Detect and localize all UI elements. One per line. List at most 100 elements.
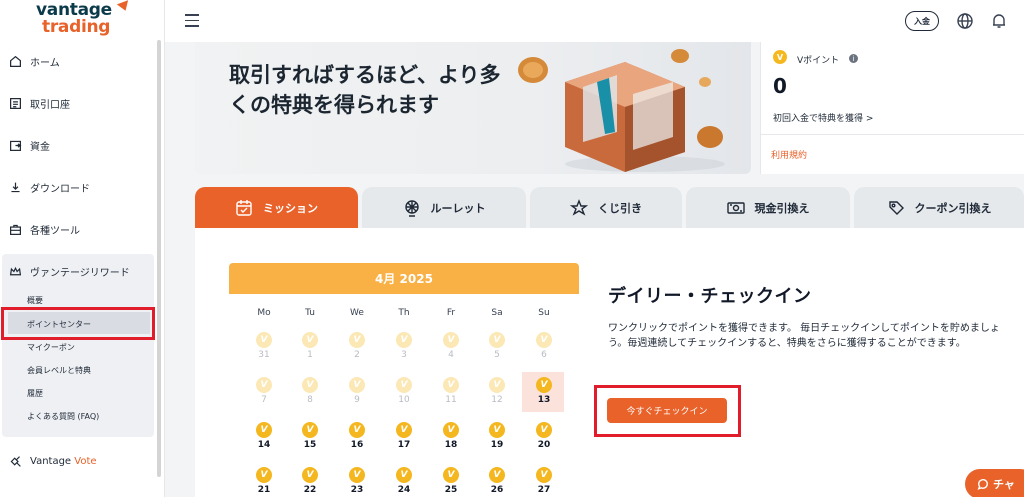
calendar-day: V7 (244, 377, 284, 413)
sidebar-item-vantage-vote[interactable]: Vantage Vote (0, 449, 150, 473)
v-coin-icon: V (302, 377, 318, 393)
tab-label: 現金引換え (754, 201, 810, 215)
points-card: V Vポイント i 0 初回入金で特典を獲得 > 利用規約 (760, 42, 1024, 174)
v-coin-icon: V (536, 422, 552, 438)
info-icon[interactable]: i (849, 54, 858, 63)
calendar-day: V8 (290, 377, 330, 413)
sub-item-history[interactable]: 履歴 (27, 388, 43, 399)
calendar-day-number: 12 (491, 395, 503, 405)
v-coin-icon: V (489, 467, 505, 483)
weekday-label: Su (538, 308, 550, 318)
calendar-day-number: 6 (541, 350, 547, 360)
v-coin-icon: V (443, 422, 459, 438)
v-coin-icon: V (773, 50, 787, 64)
sidebar-scrollbar[interactable] (157, 40, 161, 477)
calendar-day-number: 15 (303, 440, 317, 450)
sub-item-my-coupons[interactable]: マイクーポン (27, 342, 75, 353)
calendar-day-number: 27 (537, 485, 551, 495)
tools-icon (8, 222, 22, 236)
calendar-day: V 11 (431, 377, 471, 413)
calendar-day: V 24 (384, 467, 424, 497)
v-coin-icon: V (489, 422, 505, 438)
tab-missions[interactable]: ミッション (195, 187, 358, 228)
sidebar-item-funds[interactable]: 資金 (0, 133, 150, 157)
first-deposit-link[interactable]: 初回入金で特典を獲得 > (773, 111, 873, 124)
cash-icon (726, 199, 745, 217)
deposit-button[interactable]: 入金 (905, 11, 939, 31)
sub-item-member-levels[interactable]: 会員レベルと特典 (27, 365, 91, 376)
v-coin-icon: V (349, 377, 365, 393)
calendar-day-number: 8 (307, 395, 313, 405)
crown-icon (8, 264, 22, 278)
home-icon (8, 54, 22, 68)
points-label: Vポイント (797, 56, 840, 66)
globe-icon[interactable] (956, 12, 974, 30)
calendar-check-icon (235, 199, 253, 217)
points-value: 0 (773, 74, 787, 98)
calendar-day-number: 14 (257, 440, 271, 450)
v-coin-icon: V (396, 377, 412, 393)
tab-roulette[interactable]: ルーレット (362, 187, 526, 228)
calendar-day: V 15 (290, 422, 330, 458)
tab-coupon-redeem[interactable]: クーポン引換え (854, 187, 1024, 228)
banner-title: 取引すればするほど、より多くの特典を得られます (229, 63, 501, 117)
calendar-day-number: 20 (537, 440, 551, 450)
sidebar-item-label: 資金 (30, 141, 50, 153)
sidebar-item-rewards[interactable]: ヴァンテージリワード (0, 259, 150, 283)
highlight-checkin-button (594, 385, 741, 437)
vote-icon (8, 454, 22, 468)
calendar-day: V 19 (477, 422, 517, 458)
calendar-day: V 21 (244, 467, 284, 497)
funds-icon (8, 138, 22, 152)
tab-lottery[interactable]: くじ引き (530, 187, 682, 228)
tab-label: クーポン引換え (914, 201, 992, 215)
topbar: 入金 (165, 0, 1024, 42)
calendar-day: V1 (290, 332, 330, 368)
brand-logo[interactable]: vantage trading (36, 0, 136, 40)
weekday-label: Tu (305, 308, 315, 318)
calendar-day-number: 2 (354, 350, 360, 360)
vote-label-a: Vantage (30, 455, 72, 467)
checkin-title: デイリー・チェックイン (608, 286, 812, 307)
calendar-day: V2 (337, 332, 377, 368)
tab-label: ルーレット (430, 201, 486, 215)
sidebar-item-label: ホーム (30, 57, 60, 69)
sidebar-item-accounts[interactable]: 取引口座 (0, 91, 150, 115)
menu-icon[interactable] (185, 14, 199, 31)
calendar-day-number: 1 (307, 350, 313, 360)
sidebar: vantage trading ホーム 取引口座 資金 ダウンロード 各種ツール… (0, 0, 165, 497)
calendar-day-number: 25 (444, 485, 458, 495)
v-coin-icon: V (443, 332, 459, 348)
roulette-icon (403, 199, 421, 217)
sidebar-item-label: 各種ツール (30, 225, 80, 237)
sub-item-faq[interactable]: よくある質問 (FAQ) (27, 411, 99, 422)
chat-button[interactable]: チャ (965, 469, 1024, 497)
v-coin-icon: V (256, 332, 272, 348)
tab-cash-redeem[interactable]: 現金引換え (686, 187, 850, 228)
terms-link[interactable]: 利用規約 (771, 148, 807, 161)
calendar-day-number: 19 (490, 440, 504, 450)
v-coin-icon: V (302, 422, 318, 438)
calendar-day-number: 26 (490, 485, 504, 495)
v-coin-icon: V (489, 332, 505, 348)
weekday-label: Sa (491, 308, 503, 318)
calendar-day-number: 18 (444, 440, 458, 450)
sidebar-item-label: ダウンロード (30, 183, 90, 195)
v-coin-icon: V (256, 467, 272, 483)
v-coin-icon: V (256, 422, 272, 438)
sub-item-overview[interactable]: 概要 (27, 295, 43, 306)
calendar-day: V 23 (337, 467, 377, 497)
v-coin-icon: V (489, 377, 505, 393)
sidebar-item-tools[interactable]: 各種ツール (0, 217, 150, 241)
sidebar-item-label: ヴァンテージリワード (30, 267, 130, 279)
v-coin-icon: V (536, 377, 552, 393)
sidebar-item-home[interactable]: ホーム (0, 49, 150, 73)
app-root: vantage trading ホーム 取引口座 資金 ダウンロード 各種ツール… (0, 0, 1024, 497)
account-icon (8, 96, 22, 110)
calendar-day: V 16 (337, 422, 377, 458)
bell-icon[interactable] (990, 12, 1008, 30)
v-coin-icon: V (536, 467, 552, 483)
v-coin-icon: V (302, 467, 318, 483)
calendar-day-number: 22 (303, 485, 317, 495)
sidebar-item-download[interactable]: ダウンロード (0, 175, 150, 199)
